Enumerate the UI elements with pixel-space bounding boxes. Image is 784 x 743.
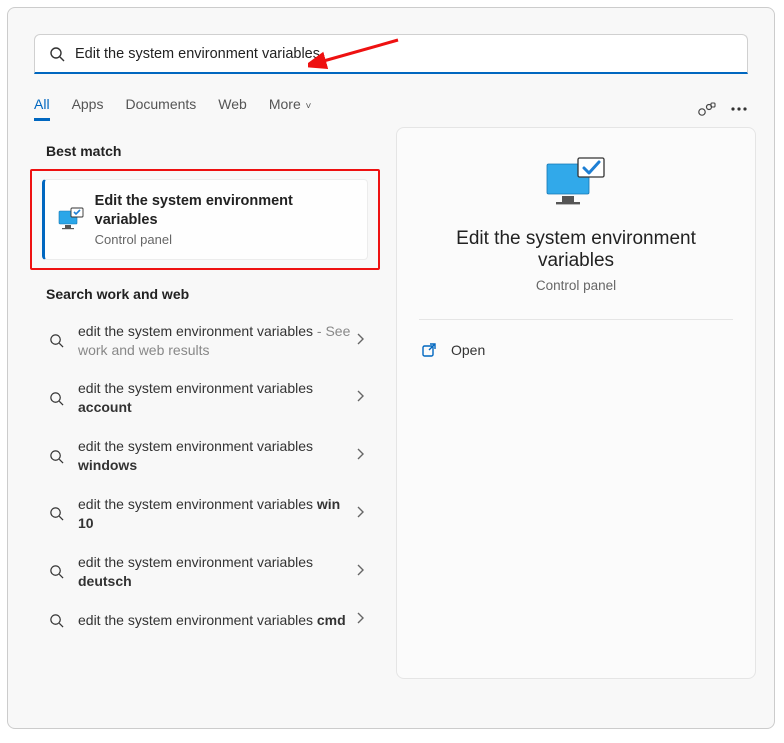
suggestion-text: edit the system environment variables ac… [78,379,356,417]
best-match-subtitle: Control panel [95,232,357,247]
chevron-down-icon: ˅ [303,101,312,112]
search-icon [44,613,68,628]
search-icon [44,391,68,406]
monitor-check-icon-large [419,154,733,210]
chevron-right-icon [356,505,364,523]
suggestion-text: edit the system environment variables de… [78,553,356,591]
details-panel: Edit the system environment variables Co… [396,127,756,679]
tab-all[interactable]: All [34,96,50,121]
suggestion-text: edit the system environment variables wi… [78,437,356,475]
monitor-check-icon [55,207,87,231]
chevron-right-icon [356,447,364,465]
search-icon [44,564,68,579]
suggestion-item[interactable]: edit the system environment variables ac… [26,369,382,427]
search-icon [49,46,65,62]
tab-label: More [269,96,301,112]
chevron-right-icon [356,611,364,629]
search-icon [44,506,68,521]
suggestion-item[interactable]: edit the system environment variables wi… [26,485,382,543]
search-input[interactable] [75,46,733,62]
open-label: Open [451,342,485,358]
best-match-result[interactable]: Edit the system environment variables Co… [42,179,368,260]
detail-subtitle: Control panel [419,278,733,293]
filter-tabs: All Apps Documents Web More ˅ [34,96,696,121]
search-icon [44,449,68,464]
tab-label: Documents [125,96,196,112]
tab-more[interactable]: More ˅ [269,96,312,121]
suggestion-item[interactable]: edit the system environment variables de… [26,543,382,601]
search-icon [44,333,68,348]
tab-apps[interactable]: Apps [72,96,104,121]
suggestion-text: edit the system environment variables wi… [78,495,356,533]
tab-documents[interactable]: Documents [125,96,196,121]
tab-label: All [34,96,50,112]
chevron-right-icon [356,332,364,350]
annotation-highlight-box: Edit the system environment variables Co… [30,169,380,270]
tab-label: Web [218,96,247,112]
detail-title: Edit the system environment variables [419,228,733,272]
search-bar[interactable] [34,34,748,74]
divider [419,319,733,320]
suggestion-text: edit the system environment variables cm… [78,611,356,630]
org-icon[interactable] [696,101,716,117]
chevron-right-icon [356,563,364,581]
suggestion-item[interactable]: edit the system environment variables - … [26,312,382,370]
suggestion-text: edit the system environment variables - … [78,322,356,360]
suggestion-item[interactable]: edit the system environment variables cm… [26,601,382,640]
open-action[interactable]: Open [419,338,733,362]
suggestion-item[interactable]: edit the system environment variables wi… [26,427,382,485]
search-web-heading: Search work and web [46,286,382,302]
more-icon[interactable] [730,101,748,117]
tab-web[interactable]: Web [218,96,247,121]
chevron-right-icon [356,389,364,407]
best-match-title: Edit the system environment variables [95,192,357,230]
best-match-heading: Best match [46,143,382,159]
open-external-icon [421,342,437,358]
search-window: All Apps Documents Web More ˅ Best match [7,7,775,729]
tab-label: Apps [72,96,104,112]
